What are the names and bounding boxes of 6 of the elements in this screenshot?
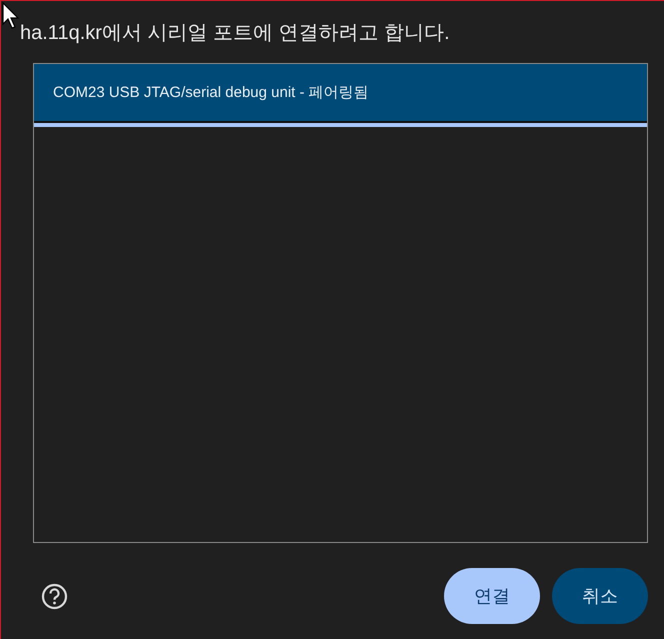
help-icon[interactable] <box>41 582 68 610</box>
dialog-title: ha.11q.kr에서 시리얼 포트에 연결하려고 합니다. <box>20 21 451 46</box>
port-item[interactable]: COM23 USB JTAG/serial debug unit - 페어링됨 <box>34 64 647 127</box>
connect-button[interactable]: 연결 <box>444 568 540 624</box>
cancel-button[interactable]: 취소 <box>552 568 648 624</box>
port-list[interactable]: COM23 USB JTAG/serial debug unit - 페어링됨 <box>33 63 648 543</box>
